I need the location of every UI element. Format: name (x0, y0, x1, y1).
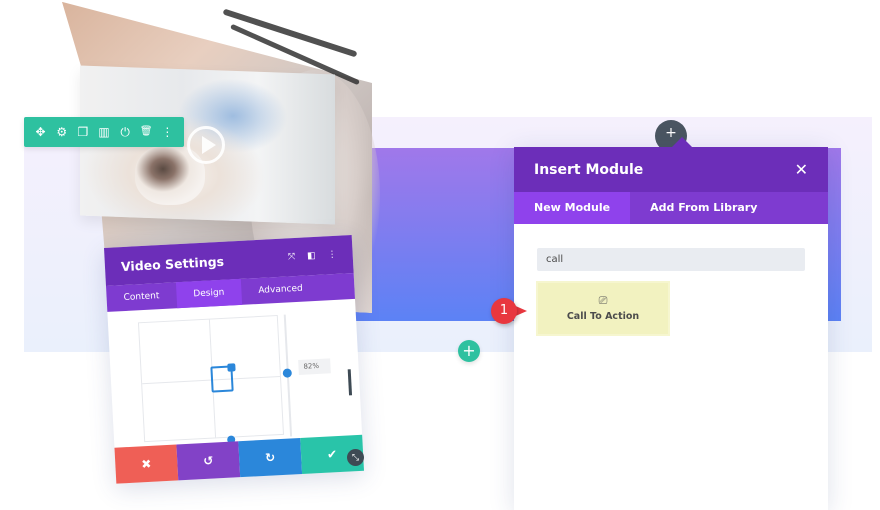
play-icon[interactable] (187, 126, 225, 164)
modal-pointer (670, 137, 694, 149)
tab-add-from-library[interactable]: Add From Library (630, 192, 777, 224)
transform-control: 82% (107, 299, 362, 448)
modal-title: Insert Module (534, 161, 644, 178)
columns-icon[interactable]: ▥ (95, 117, 113, 147)
cancel-button[interactable]: ✖ (114, 444, 179, 484)
module-item-label: Call To Action (566, 311, 640, 322)
fullscreen-icon[interactable]: ⤧ (288, 252, 296, 262)
tab-design[interactable]: Design (175, 278, 243, 309)
resize-handle-icon[interactable]: ⤡ (347, 449, 364, 466)
tab-new-module[interactable]: New Module (514, 192, 631, 224)
modal-header: Insert Module ✕ (514, 147, 828, 192)
step-callout: 1 (491, 298, 527, 324)
module-search-input[interactable] (537, 248, 805, 271)
add-row-button[interactable]: + (458, 340, 480, 362)
undo-button[interactable]: ↺ (176, 441, 241, 481)
call-to-action-icon: ⎚ (598, 294, 608, 307)
module-toolbar: ✥ ⚙ ❐ ▥ ⏻ 🗑 ⋮ (24, 117, 184, 147)
scrollbar[interactable] (347, 369, 353, 396)
callout-number: 1 (491, 298, 517, 324)
delete-icon[interactable]: 🗑 (137, 117, 155, 147)
save-to-library-icon[interactable]: ⏻ (116, 117, 134, 147)
split-view-icon[interactable]: ◧ (307, 251, 316, 261)
duplicate-icon[interactable]: ❐ (74, 117, 92, 147)
more-options-icon[interactable]: ⋮ (327, 250, 337, 260)
insert-module-modal: Insert Module ✕ New Module Add From Libr… (514, 137, 828, 510)
vertical-slider-handle[interactable] (282, 368, 293, 378)
more-options-icon[interactable]: ⋮ (158, 117, 176, 147)
settings-icon[interactable]: ⚙ (53, 117, 71, 147)
close-icon[interactable]: ✕ (795, 160, 808, 179)
move-icon[interactable]: ✥ (32, 117, 50, 147)
tab-content[interactable]: Content (106, 282, 177, 312)
link-icon[interactable] (227, 363, 236, 372)
redo-button[interactable]: ↻ (238, 437, 303, 478)
video-settings-panel: Video Settings ⤧ ◧ ⋮ Content Design Adva… (104, 235, 365, 484)
module-item-call-to-action[interactable]: ⎚ Call To Action (538, 283, 668, 334)
modal-tabs: New Module Add From Library (514, 192, 828, 224)
slider-value-field[interactable]: 82% (298, 358, 331, 375)
video-settings-title: Video Settings (120, 253, 225, 274)
